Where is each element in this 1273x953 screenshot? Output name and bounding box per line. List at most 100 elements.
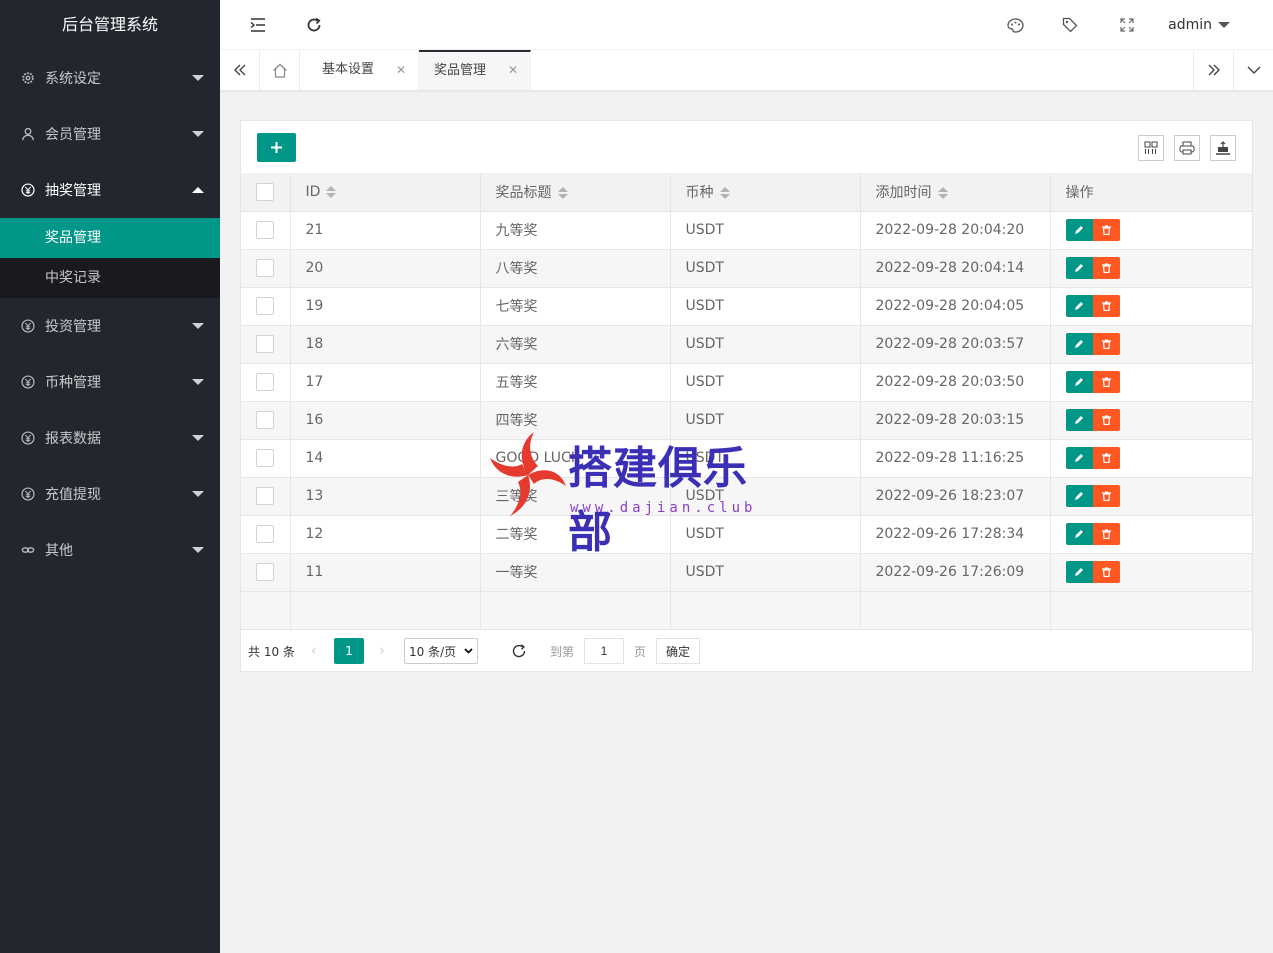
sidebar-item-lottery[interactable]: 抽奖管理 — [0, 162, 220, 218]
column-header-id[interactable]: ID — [290, 173, 481, 212]
cell-time: 2022-09-28 20:03:50 — [860, 363, 1051, 402]
cell-coin: USDT — [670, 211, 861, 250]
delete-button[interactable] — [1092, 219, 1120, 241]
row-checkbox[interactable] — [256, 335, 274, 353]
sidebar-item-prizes[interactable]: 奖品管理 — [0, 218, 220, 258]
goto-page-input[interactable] — [584, 638, 624, 664]
cell-id: 11 — [290, 553, 481, 592]
yen-icon — [20, 486, 36, 502]
column-filter-icon[interactable] — [1138, 135, 1164, 161]
table-row: 16 四等奖 USDT 2022-09-28 20:03:15 — [241, 401, 1253, 440]
delete-button[interactable] — [1092, 333, 1120, 355]
column-header-title[interactable]: 奖品标题 — [480, 173, 671, 212]
row-checkbox[interactable] — [256, 221, 274, 239]
cell-coin: USDT — [670, 249, 861, 288]
page-current[interactable]: 1 — [334, 638, 364, 664]
edit-button[interactable] — [1065, 561, 1093, 583]
home-icon[interactable] — [260, 50, 300, 90]
pencil-icon — [1075, 416, 1083, 424]
sidebar-item-reports[interactable]: 报表数据 — [0, 410, 220, 466]
page-size-select[interactable]: 10 条/页 — [404, 638, 478, 664]
column-header-coin[interactable]: 币种 — [670, 173, 861, 212]
tag-icon[interactable] — [1050, 0, 1090, 50]
prev-page-icon[interactable]: ‹ — [311, 631, 317, 671]
row-checkbox[interactable] — [256, 449, 274, 467]
delete-button[interactable] — [1092, 561, 1120, 583]
sort-icon[interactable] — [937, 186, 948, 200]
cell-coin: USDT — [670, 553, 861, 592]
row-checkbox[interactable] — [256, 373, 274, 391]
row-checkbox[interactable] — [256, 563, 274, 581]
trash-icon — [1101, 453, 1111, 463]
sort-icon[interactable] — [557, 186, 568, 200]
fullscreen-icon[interactable] — [1107, 0, 1147, 50]
sidebar-item-members[interactable]: 会员管理 — [0, 106, 220, 162]
row-checkbox[interactable] — [256, 487, 274, 505]
edit-button[interactable] — [1065, 295, 1093, 317]
export-icon[interactable] — [1210, 135, 1236, 161]
edit-button[interactable] — [1065, 333, 1093, 355]
tab-prize-management[interactable]: 奖品管理 ✕ — [419, 50, 531, 90]
row-actions — [1065, 295, 1120, 317]
cell-time: 2022-09-26 17:26:09 — [860, 553, 1051, 592]
cell-title: 三等奖 — [480, 477, 671, 516]
sidebar-item-winning-records[interactable]: 中奖记录 — [0, 258, 220, 298]
trash-icon — [1101, 225, 1111, 235]
print-icon[interactable] — [1174, 135, 1200, 161]
edit-button[interactable] — [1065, 257, 1093, 279]
row-actions — [1065, 447, 1120, 469]
cell-title: 一等奖 — [480, 553, 671, 592]
trash-icon — [1101, 377, 1111, 387]
edit-button[interactable] — [1065, 371, 1093, 393]
sidebar-item-currency[interactable]: 币种管理 — [0, 354, 220, 410]
menu-collapse-icon[interactable] — [238, 0, 278, 50]
trash-icon — [1101, 491, 1111, 501]
cell-time: 2022-09-28 11:16:25 — [860, 439, 1051, 478]
yen-icon — [20, 182, 36, 198]
delete-button[interactable] — [1092, 485, 1120, 507]
row-checkbox[interactable] — [256, 297, 274, 315]
edit-button[interactable] — [1065, 447, 1093, 469]
sidebar-item-other[interactable]: 其他 — [0, 522, 220, 578]
delete-button[interactable] — [1092, 295, 1120, 317]
edit-button[interactable] — [1065, 523, 1093, 545]
delete-button[interactable] — [1092, 523, 1120, 545]
edit-button[interactable] — [1065, 219, 1093, 241]
row-checkbox[interactable] — [256, 259, 274, 277]
next-page-icon[interactable]: › — [379, 631, 385, 671]
cell-coin: USDT — [670, 287, 861, 326]
delete-button[interactable] — [1092, 447, 1120, 469]
tabs-scroll-right-icon[interactable] — [1193, 50, 1233, 90]
sidebar-item-label: 会员管理 — [45, 127, 101, 143]
select-all-checkbox[interactable] — [256, 182, 274, 201]
edit-button[interactable] — [1065, 409, 1093, 431]
row-checkbox[interactable] — [256, 525, 274, 543]
delete-button[interactable] — [1092, 257, 1120, 279]
sidebar-item-investment[interactable]: 投资管理 — [0, 298, 220, 354]
sort-icon[interactable] — [326, 185, 337, 199]
close-icon[interactable]: ✕ — [396, 50, 406, 90]
confirm-button[interactable]: 确定 — [656, 638, 701, 664]
delete-button[interactable] — [1092, 371, 1120, 393]
chevron-down-icon — [192, 75, 204, 81]
sidebar-item-system[interactable]: 系统设定 — [0, 50, 220, 106]
user-menu[interactable]: admin — [1168, 0, 1230, 50]
sidebar-item-deposit-withdraw[interactable]: 充值提现 — [0, 466, 220, 522]
tab-basic-settings[interactable]: 基本设置 ✕ — [307, 50, 419, 90]
row-checkbox[interactable] — [256, 411, 274, 429]
theme-palette-icon[interactable] — [995, 0, 1035, 50]
cell-title: 二等奖 — [480, 515, 671, 554]
column-header-time[interactable]: 添加时间 — [860, 173, 1051, 212]
table-row: 13 三等奖 USDT 2022-09-26 18:23:07 — [241, 477, 1253, 516]
delete-button[interactable] — [1092, 409, 1120, 431]
cell-time: 2022-09-28 20:03:57 — [860, 325, 1051, 364]
refresh-icon[interactable] — [294, 0, 334, 50]
tabs-dropdown-icon[interactable] — [1233, 50, 1273, 90]
edit-button[interactable] — [1065, 485, 1093, 507]
refresh-page-icon[interactable] — [511, 631, 527, 671]
tabs-scroll-left-icon[interactable] — [220, 50, 260, 90]
add-button[interactable] — [257, 133, 296, 162]
sidebar-item-label: 投资管理 — [45, 319, 101, 335]
sort-icon[interactable] — [719, 186, 730, 200]
close-icon[interactable]: ✕ — [508, 52, 518, 89]
